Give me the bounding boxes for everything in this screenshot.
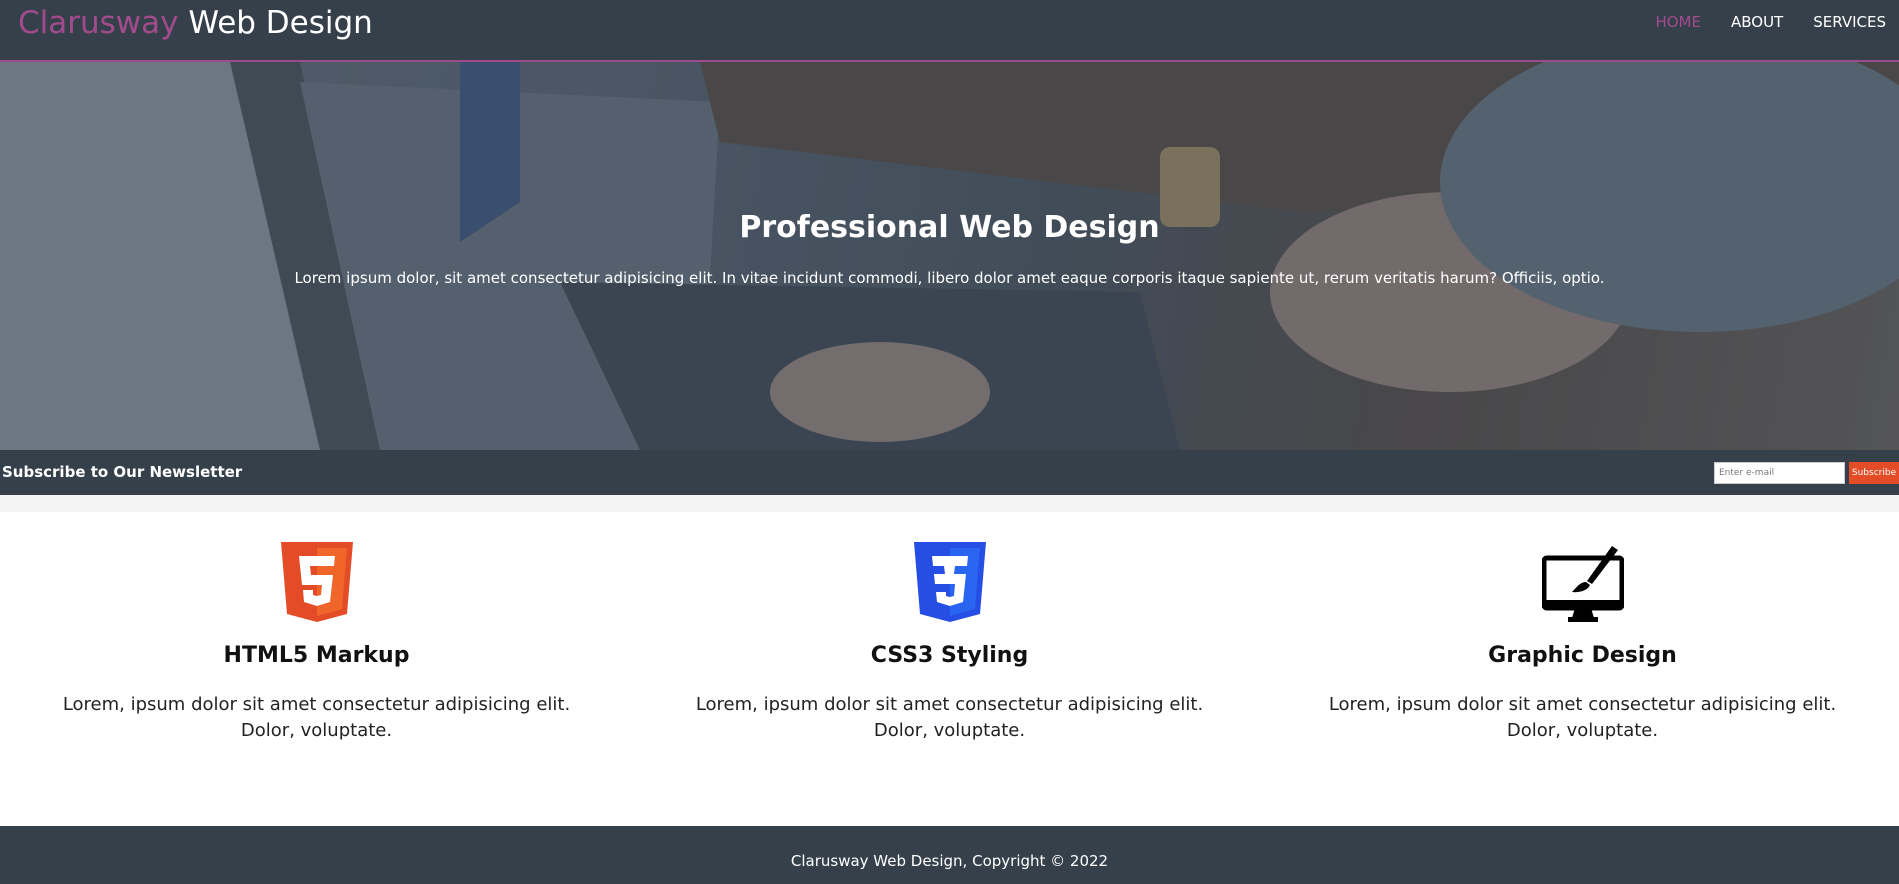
- newsletter-title: Subscribe to Our Newsletter: [2, 463, 243, 481]
- feature-title: HTML5 Markup: [223, 643, 410, 668]
- hero-title: Professional Web Design: [739, 210, 1160, 245]
- features-section: HTML5 Markup Lorem, ipsum dolor sit amet…: [0, 512, 1899, 826]
- site-logo[interactable]: Clarusway Web Design: [18, 4, 373, 42]
- section-divider: [0, 495, 1899, 512]
- feature-title: Graphic Design: [1488, 643, 1677, 668]
- feature-title: CSS3 Styling: [870, 643, 1029, 668]
- site-header: Clarusway Web Design HOME ABOUT SERVICES: [0, 0, 1899, 62]
- subscribe-button[interactable]: Subscribe: [1849, 462, 1899, 484]
- feature-text: Lorem, ipsum dolor sit amet consectetur …: [62, 694, 571, 741]
- newsletter-bar: Subscribe to Our Newsletter Subscribe: [0, 450, 1899, 495]
- css3-icon: [913, 542, 986, 622]
- feature-graphic-design: Graphic Design Lorem, ipsum dolor sit am…: [1266, 512, 1899, 744]
- email-input[interactable]: [1714, 462, 1845, 484]
- main-nav: HOME ABOUT SERVICES: [1655, 0, 1899, 44]
- nav-about[interactable]: ABOUT: [1731, 0, 1783, 44]
- html5-icon: [280, 542, 353, 622]
- site-footer: Clarusway Web Design, Copyright © 2022: [0, 826, 1899, 884]
- hero-text: Lorem ipsum dolor, sit amet consectetur …: [294, 269, 1605, 287]
- hero-overlay: [0, 62, 1899, 450]
- monitor-brush-icon: [1541, 546, 1624, 622]
- nav-home[interactable]: HOME: [1655, 0, 1701, 44]
- logo-text: Web Design: [178, 5, 373, 41]
- copyright-text: Clarusway Web Design, Copyright © 2022: [790, 852, 1109, 870]
- hero-section: Professional Web Design Lorem ipsum dolo…: [0, 62, 1899, 450]
- feature-css3: CSS3 Styling Lorem, ipsum dolor sit amet…: [633, 512, 1266, 744]
- feature-text: Lorem, ipsum dolor sit amet consectetur …: [695, 694, 1204, 741]
- feature-text: Lorem, ipsum dolor sit amet consectetur …: [1328, 694, 1837, 741]
- feature-html5: HTML5 Markup Lorem, ipsum dolor sit amet…: [0, 512, 633, 744]
- nav-services[interactable]: SERVICES: [1813, 0, 1886, 44]
- logo-accent: Clarusway: [18, 5, 179, 41]
